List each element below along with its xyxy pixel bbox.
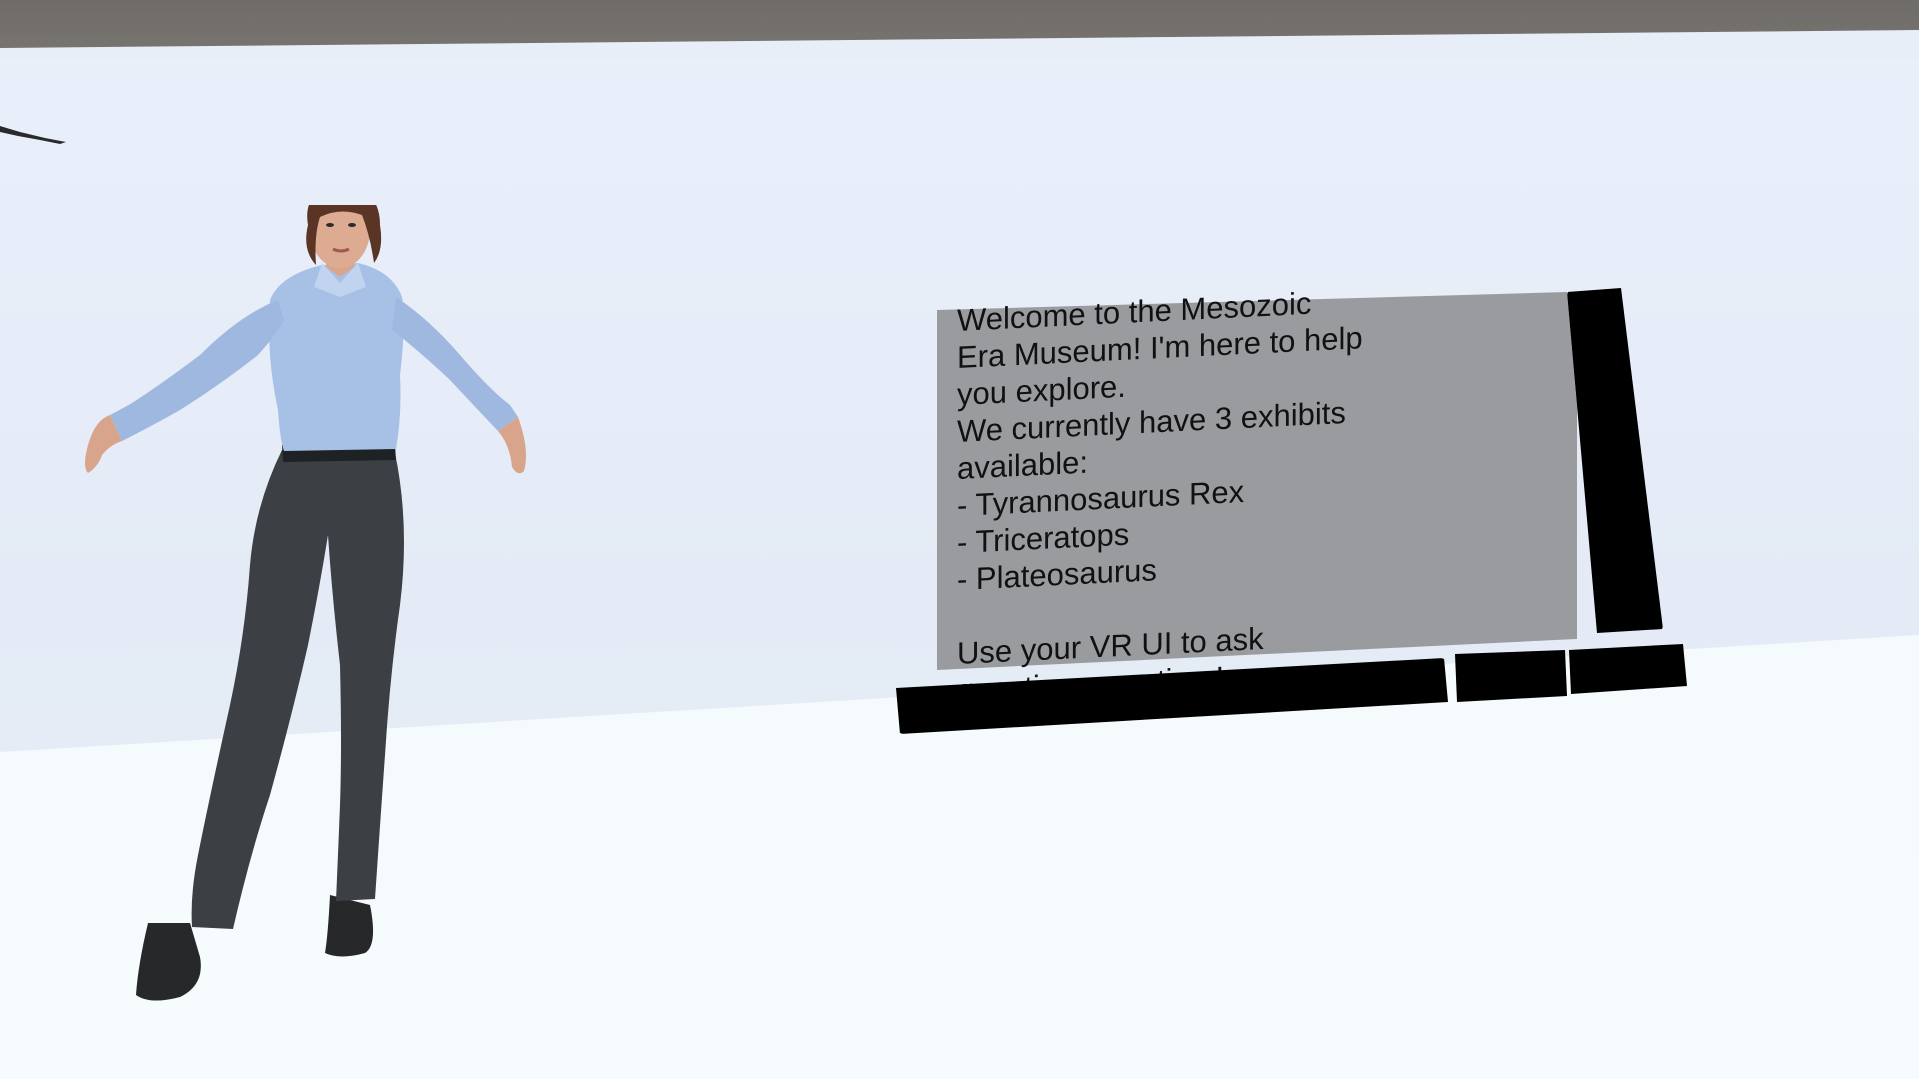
museum-guide-avatar-icon[interactable] xyxy=(40,205,560,1005)
panel-button-2[interactable] xyxy=(1569,644,1687,694)
panel-button-1[interactable] xyxy=(1455,650,1567,702)
stray-object-icon xyxy=(0,126,66,144)
welcome-message: Welcome to the Mesozoic Era Museum! I'm … xyxy=(957,285,1363,708)
